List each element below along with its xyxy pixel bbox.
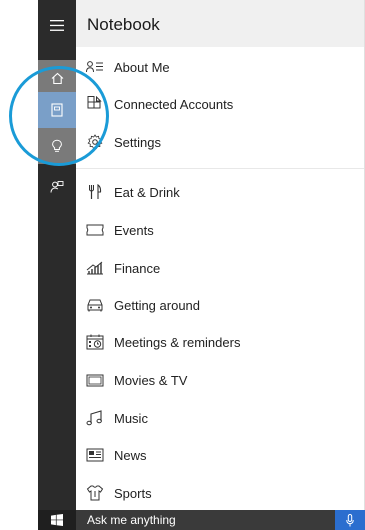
cortana-search-box[interactable]: Ask me anything [76, 510, 335, 530]
menu-item-meetings-reminders[interactable]: Meetings & reminders [76, 327, 365, 357]
menu-item-events[interactable]: Events [76, 215, 365, 245]
about-me-icon [85, 59, 105, 75]
newspaper-icon [85, 447, 105, 463]
cortana-nav-rail [38, 0, 76, 510]
calendar-reminder-icon [85, 334, 105, 350]
menu-item-sports[interactable]: Sports [76, 478, 365, 508]
menu-item-label: Events [114, 223, 154, 238]
trophy-shirt-icon [85, 485, 105, 501]
menu-item-label: Getting around [114, 298, 201, 313]
lightbulb-icon [52, 139, 62, 152]
taskbar: Ask me anything [38, 510, 365, 530]
menu-item-connected-accounts[interactable]: Connected Accounts [76, 89, 365, 119]
screen-icon [85, 372, 105, 388]
gear-icon [85, 134, 105, 150]
hamburger-icon [50, 19, 64, 31]
feedback-icon [50, 180, 64, 193]
menu-divider [76, 168, 365, 169]
menu-item-label: Meetings & reminders [114, 335, 241, 350]
menu-item-finance[interactable]: Finance [76, 253, 365, 283]
page-title: Notebook [87, 15, 160, 34]
notebook-icon [51, 103, 63, 117]
windows-logo-icon [51, 514, 63, 526]
menu-item-label: Sports [114, 486, 152, 501]
menu-item-label: Settings [114, 135, 161, 150]
menu-item-label: Eat & Drink [114, 185, 180, 200]
reminders-button[interactable] [38, 128, 76, 164]
microphone-icon [346, 513, 354, 526]
menu-item-label: Movies & TV [114, 373, 188, 388]
menu-item-about-me[interactable]: About Me [76, 52, 365, 82]
start-button[interactable] [38, 510, 76, 530]
finance-chart-icon [85, 260, 105, 276]
search-placeholder: Ask me anything [87, 513, 176, 527]
menu-item-settings[interactable]: Settings [76, 127, 365, 157]
menu-item-label: Finance [114, 261, 161, 276]
notebook-header: Notebook [76, 0, 365, 47]
menu-item-news[interactable]: News [76, 440, 365, 470]
hamburger-menu-button[interactable] [38, 7, 76, 43]
menu-item-label: Music [114, 411, 148, 426]
notebook-button[interactable] [38, 92, 76, 128]
connected-accounts-icon [85, 96, 105, 112]
cortana-notebook-window: Notebook About Me Connected Accounts Set… [0, 0, 365, 530]
ticket-icon [85, 222, 105, 238]
menu-item-label: Connected Accounts [114, 97, 234, 112]
menu-item-music[interactable]: Music [76, 403, 365, 433]
notebook-panel: Notebook About Me Connected Accounts Set… [76, 0, 365, 510]
menu-item-getting-around[interactable]: Getting around [76, 290, 365, 320]
menu-item-label: About Me [114, 60, 170, 75]
left-margin [0, 0, 38, 530]
menu-item-movies-tv[interactable]: Movies & TV [76, 365, 365, 395]
microphone-button[interactable] [335, 510, 365, 530]
music-note-icon [85, 410, 105, 426]
feedback-button[interactable] [38, 168, 76, 205]
menu-item-label: News [114, 448, 147, 463]
home-icon [51, 72, 63, 85]
car-icon [85, 297, 105, 313]
menu-item-eat-drink[interactable]: Eat & Drink [76, 177, 365, 207]
fork-knife-icon [85, 184, 105, 200]
